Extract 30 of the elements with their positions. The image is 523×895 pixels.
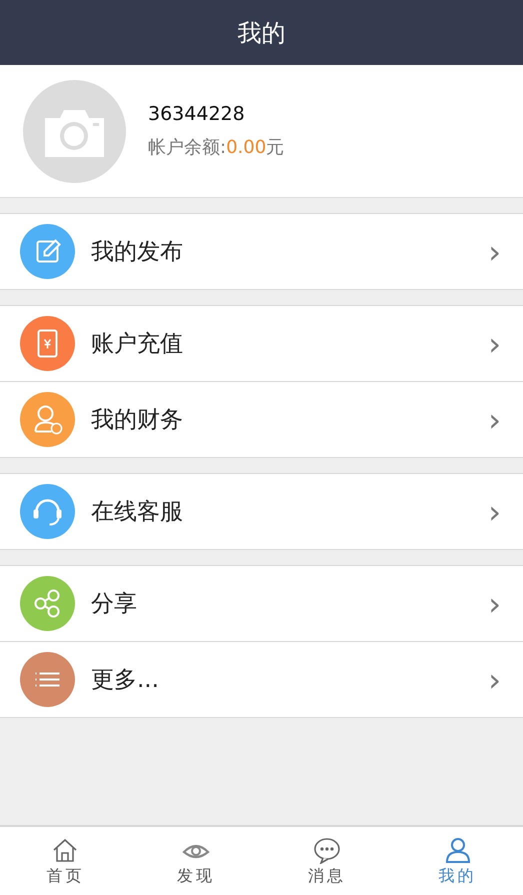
balance-label: 帐户余额: <box>148 137 226 158</box>
chevron-icon: › <box>488 232 501 270</box>
menu-label: 在线客服 <box>91 498 184 527</box>
page-title: 我的 <box>238 18 286 48</box>
chevron-icon: › <box>488 584 501 622</box>
menu-label: 更多... <box>91 666 160 695</box>
menu-label: 我的发布 <box>91 238 184 267</box>
chevron-icon: › <box>488 400 501 438</box>
menu-label: 分享 <box>91 590 138 619</box>
menu-label: 账户充值 <box>91 330 184 359</box>
menu-item[interactable]: 我的发布 › <box>0 214 523 289</box>
chat-bubble-icon <box>312 836 341 864</box>
chevron-icon: › <box>488 492 501 530</box>
menu-item[interactable]: 分享 › <box>0 566 523 641</box>
tab[interactable]: 我的 <box>392 827 523 895</box>
menu-item[interactable]: 账户充值 › <box>0 306 523 381</box>
menu-item[interactable]: 在线客服 › <box>0 474 523 549</box>
tab[interactable]: 消息 <box>262 827 392 895</box>
tab[interactable]: 首页 <box>0 827 131 895</box>
chevron-icon: › <box>488 324 501 362</box>
balance-value: 0.00 <box>226 137 266 158</box>
balance-unit: 元 <box>266 137 284 158</box>
menu-item[interactable]: 我的财务 › <box>0 382 523 457</box>
person-icon <box>444 836 472 864</box>
avatar-camera-icon[interactable] <box>23 80 126 182</box>
user-id: 36344228 <box>148 103 246 125</box>
tab[interactable]: 发现 <box>130 827 262 895</box>
chevron-icon: › <box>488 660 501 698</box>
menu-label: 我的财务 <box>91 406 184 435</box>
menu-item[interactable]: 更多... › <box>0 642 523 717</box>
